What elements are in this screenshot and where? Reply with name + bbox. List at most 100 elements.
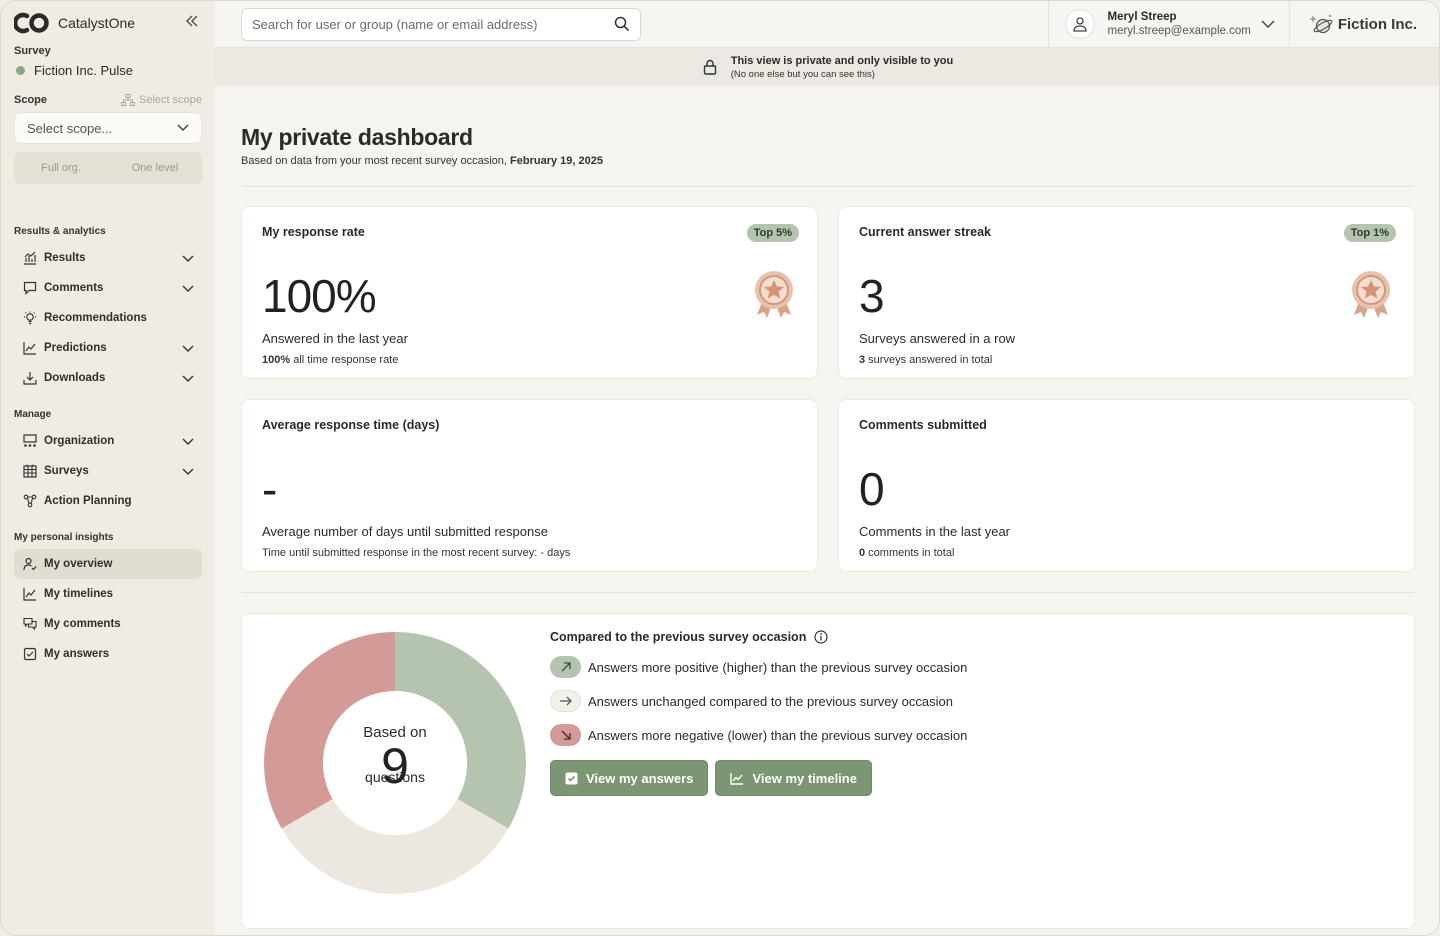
comment-icon [22, 280, 38, 296]
survey-date: February 19, 2025 [510, 155, 603, 167]
card-footnote: Time until submitted response in the mos… [262, 547, 571, 559]
search-input[interactable] [252, 16, 614, 32]
legend-title-text: Compared to the previous survey occasion [550, 630, 807, 644]
sidebar-item-my-comments[interactable]: My comments [14, 609, 202, 639]
sidebar-item-downloads[interactable]: Downloads [14, 363, 202, 393]
sidebar-item-organization[interactable]: Organization [14, 426, 202, 456]
card-footnote: 0 comments in total [859, 547, 1394, 559]
line-chart-icon [22, 586, 38, 602]
donut-center: Based on 9 questions [262, 630, 528, 896]
sidebar-item-my-answers[interactable]: My answers [14, 639, 202, 669]
chart-icon [22, 250, 38, 266]
user-name: Meryl Streep [1107, 11, 1177, 23]
legend-title: Compared to the previous survey occasion [550, 630, 967, 644]
app-window: CatalystOne Survey Fiction Inc. Pulse Sc… [0, 0, 1440, 936]
sidebar-item-label: My timelines [44, 588, 114, 600]
scope-level-toggle[interactable]: Full org. One level [14, 152, 202, 184]
planet-sparkle-icon [1308, 14, 1333, 34]
legend-item-negative: Answers more negative (lower) than the p… [550, 724, 967, 746]
main-area: Meryl Streep meryl.streep@example.com Fi… [215, 1, 1439, 935]
section-manage: Manage [14, 409, 52, 420]
section-personal-insights: My personal insights [14, 532, 114, 543]
comments-value: 0 [859, 463, 885, 515]
card-description: Average number of days until submitted r… [262, 524, 548, 539]
view-my-answers-button[interactable]: View my answers [550, 760, 709, 796]
company-brand: Fiction Inc. [1308, 12, 1417, 36]
info-icon[interactable] [814, 630, 828, 644]
sidebar-item-surveys[interactable]: Surveys [14, 456, 202, 486]
user-check-icon [22, 556, 38, 572]
line-chart-icon [730, 772, 744, 785]
private-banner-title: This view is private and only visible to… [730, 54, 954, 67]
legend-item-positive: Answers more positive (higher) than the … [550, 656, 967, 678]
footnote-value: 100% [262, 354, 291, 366]
user-menu[interactable]: Meryl Streep meryl.streep@example.com [1048, 1, 1290, 48]
sidebar-item-recommendations[interactable]: Recommendations [14, 303, 202, 333]
chevron-down-icon[interactable] [1261, 19, 1275, 29]
survey-selector[interactable]: Fiction Inc. Pulse [14, 63, 202, 78]
sidebar-item-label: Downloads [44, 372, 106, 384]
catalystone-logo-icon [14, 12, 49, 34]
sidebar-item-label: Predictions [44, 342, 107, 354]
toggle-full-org[interactable]: Full org. [14, 162, 108, 174]
section-results-analytics: Results & analytics [14, 226, 106, 237]
button-label: View my timeline [752, 770, 857, 786]
status-badge: Top 1% [1343, 224, 1396, 242]
button-label: View my answers [586, 770, 694, 786]
view-my-timeline-button[interactable]: View my timeline [715, 760, 872, 796]
stat-cards: My response rate Top 5% 100% Answered in… [241, 206, 1415, 572]
checkbox-icon [22, 646, 38, 662]
checkbox-icon [565, 772, 578, 784]
card-title: My response rate [262, 225, 365, 239]
chevron-down-icon [182, 438, 194, 445]
user-icon [1073, 17, 1088, 32]
collapse-sidebar-icon[interactable] [182, 14, 202, 32]
sidebar-item-predictions[interactable]: Predictions [14, 333, 202, 363]
trend-chart-icon [22, 340, 38, 356]
select-scope-text: Select scope [139, 94, 202, 106]
sidebar-item-label: Organization [44, 435, 115, 447]
medal-icon [755, 271, 793, 318]
card-title: Average response time (days) [262, 418, 440, 432]
toggle-one-level[interactable]: One level [108, 162, 202, 174]
arrow-right-icon [550, 690, 581, 712]
arrow-down-right-icon [550, 724, 581, 746]
card-description: Surveys answered in a row [859, 331, 1016, 346]
chevron-down-icon [182, 285, 194, 292]
footnote-text: comments in total [865, 547, 955, 559]
comparison-legend: Compared to the previous survey occasion… [550, 630, 967, 796]
sidebar-item-label: Recommendations [44, 312, 147, 324]
divider [241, 186, 1415, 187]
search-icon[interactable] [614, 16, 630, 32]
answer-streak-card: Current answer streak Top 1% 3 Surveys a… [838, 206, 1415, 379]
scope-select-placeholder: Select scope... [27, 120, 113, 136]
page-subtitle-prefix: Based on data from your most recent surv… [241, 155, 511, 167]
organization-icon [22, 433, 38, 449]
scope-select[interactable]: Select scope... [14, 112, 202, 144]
sidebar-item-label: My comments [44, 618, 121, 630]
select-scope-link[interactable]: Select scope [121, 94, 202, 106]
comments-submitted-card: Comments submitted 0 Comments in the las… [838, 399, 1415, 572]
arrow-up-right-icon [550, 656, 581, 678]
chevron-down-icon [177, 124, 189, 132]
sidebar-item-label: Action Planning [44, 495, 132, 507]
card-title: Current answer streak [859, 225, 992, 239]
chevron-down-icon [182, 375, 194, 382]
sidebar-item-comments[interactable]: Comments [14, 273, 202, 303]
sidebar-item-my-timelines[interactable]: My timelines [14, 579, 202, 609]
lightbulb-icon [22, 310, 38, 326]
card-description: Answered in the last year [262, 331, 408, 346]
brand-name: CatalystOne [58, 15, 136, 31]
card-description: Comments in the last year [859, 524, 1011, 539]
footnote-text: surveys answered in total [865, 354, 993, 366]
search-box[interactable] [241, 7, 641, 41]
action-buttons: View my answers View my timeline [550, 760, 967, 796]
survey-label: Survey [14, 45, 51, 57]
card-footnote: 3 surveys answered in total [859, 354, 1394, 366]
sidebar-item-action-planning[interactable]: Action Planning [14, 486, 202, 516]
sidebar-item-my-overview[interactable]: My overview [14, 549, 202, 579]
sidebar-item-results[interactable]: Results [14, 243, 202, 273]
avatar[interactable] [1065, 9, 1096, 39]
org-tree-icon [121, 94, 136, 106]
card-title: Comments submitted [859, 418, 987, 432]
